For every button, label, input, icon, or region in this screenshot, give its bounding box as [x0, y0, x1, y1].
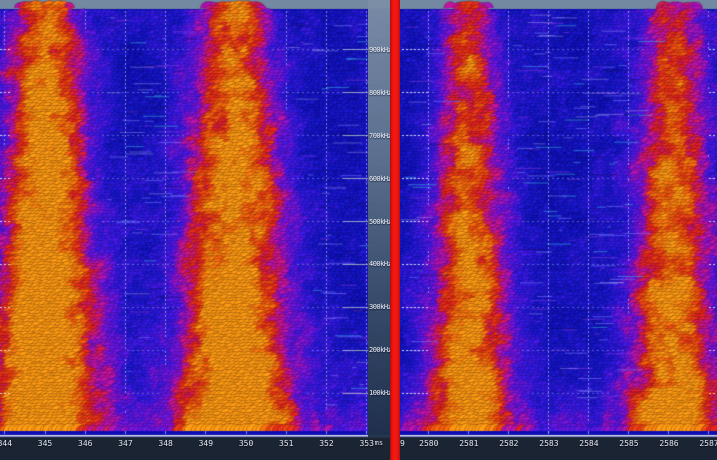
time-tick-label: 345	[31, 439, 59, 448]
time-tick-label: 2583	[535, 439, 563, 448]
time-tick-label: 2584	[575, 439, 603, 448]
time-axis-unit-label: ms	[375, 439, 383, 448]
time-tick-label: 2581	[455, 439, 483, 448]
time-tick-label: 348	[152, 439, 180, 448]
time-tick-label: 351	[272, 439, 300, 448]
time-tick-label: 352	[312, 439, 340, 448]
time-tick-label: 347	[111, 439, 139, 448]
time-tick-label: 2582	[495, 439, 523, 448]
panel-divider[interactable]	[390, 0, 400, 460]
time-tick-label: 2585	[615, 439, 643, 448]
time-tick-label: 2580	[415, 439, 443, 448]
spectrogram-app-window: 900kHz800kHz700kHz600kHz500kHz400kHz300k…	[0, 0, 717, 460]
time-tick-label: 349	[192, 439, 220, 448]
frequency-scale-strip[interactable]: 900kHz800kHz700kHz600kHz500kHz400kHz300k…	[368, 0, 390, 437]
left-spectrogram-panel[interactable]	[0, 0, 390, 437]
right-spectrogram-panel[interactable]	[400, 0, 717, 437]
time-tick-label: 2587	[695, 439, 717, 448]
time-tick-label: 344	[0, 439, 19, 448]
time-tick-label: 350	[232, 439, 260, 448]
time-tick-label: 2586	[655, 439, 683, 448]
time-tick-label: 346	[71, 439, 99, 448]
clipped-tick-label: 9	[400, 439, 408, 448]
